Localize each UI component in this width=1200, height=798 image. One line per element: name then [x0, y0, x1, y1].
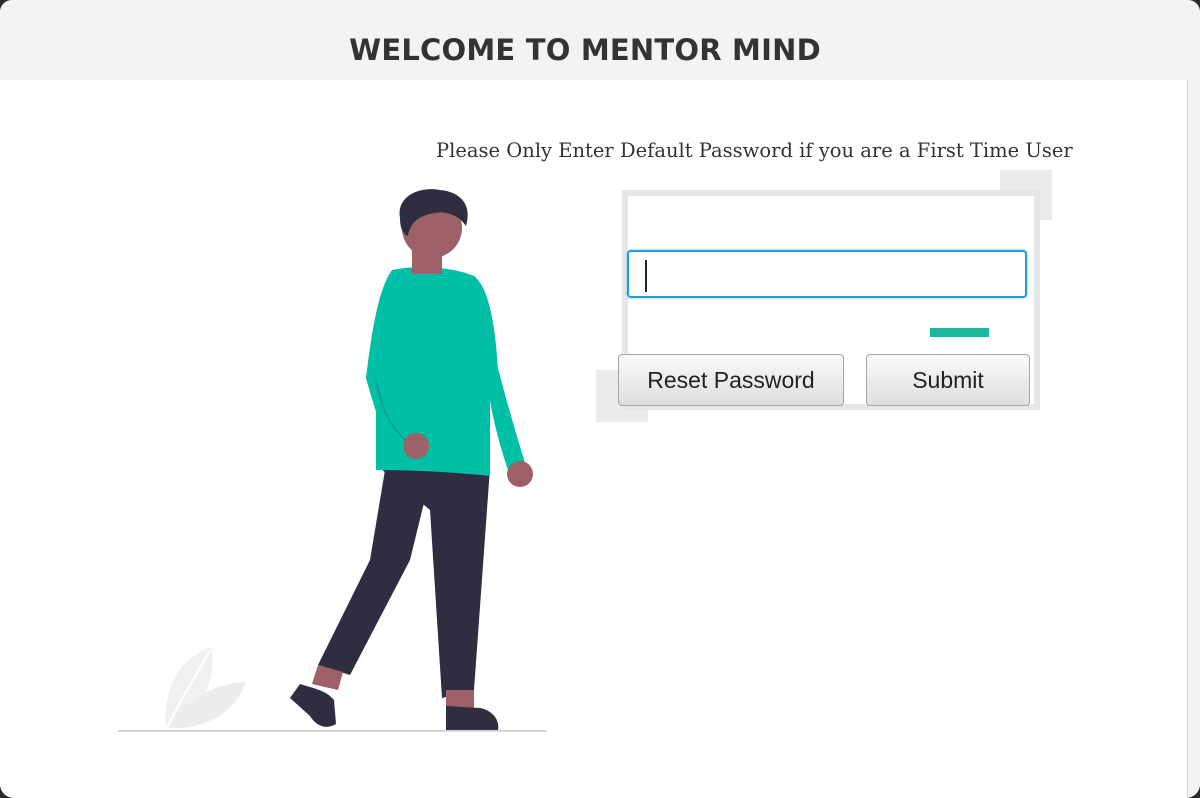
figure-shoe-back	[290, 684, 336, 727]
text-caret	[645, 260, 647, 292]
password-input[interactable]	[627, 250, 1027, 298]
submit-button[interactable]: Submit	[866, 354, 1030, 406]
accent-bar	[930, 328, 989, 337]
app-window: WELCOME TO MENTOR MIND Please Only Enter…	[0, 0, 1200, 798]
person-walking-illustration	[118, 189, 547, 732]
window-edge	[1188, 80, 1200, 798]
reset-password-button[interactable]: Reset Password	[618, 354, 844, 406]
leaf-icon	[165, 647, 246, 729]
page-title: WELCOME TO MENTOR MIND	[349, 33, 821, 67]
figure-leg-back	[318, 470, 432, 675]
header-bar: WELCOME TO MENTOR MIND	[0, 0, 1200, 80]
figure-shirt	[366, 267, 526, 476]
first-time-user-notice: Please Only Enter Default Password if yo…	[436, 139, 1073, 162]
figure-shoe-front	[446, 706, 499, 730]
